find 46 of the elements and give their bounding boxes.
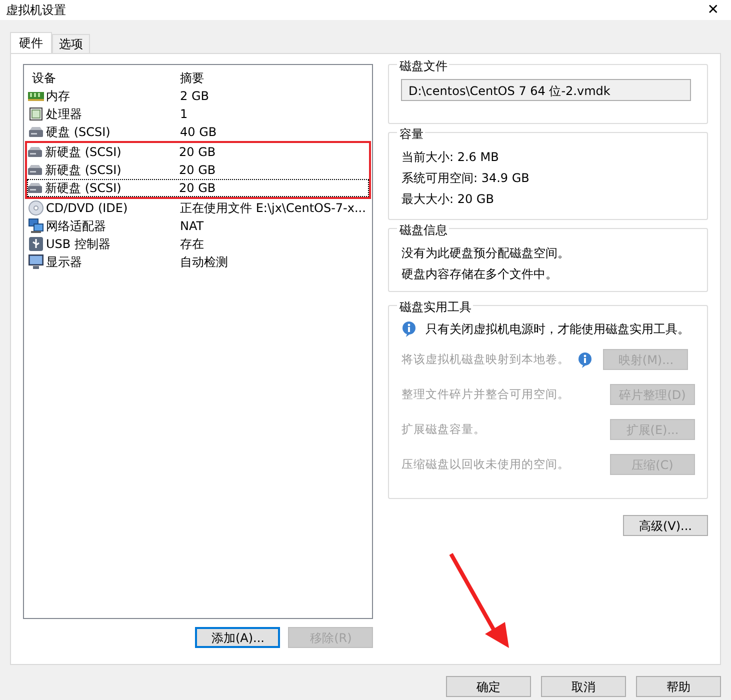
tab[interactable]: 选项 [52, 34, 90, 53]
tool-description: 扩展磁盘容量。 [401, 420, 486, 438]
device-row[interactable]: 网络适配器 NAT [28, 217, 368, 235]
usb-icon [28, 236, 44, 252]
hard-disk-icon [27, 164, 43, 176]
hard-disk-icon [27, 146, 43, 158]
column-header: 摘要 [180, 70, 204, 87]
device-row[interactable]: CD/DVD (IDE) 正在使用文件 E:\jx\CentOS-7-x... [28, 199, 368, 217]
ok-button[interactable]: 确定 [446, 676, 531, 697]
group-title: 磁盘信息 [397, 221, 450, 239]
device-row[interactable]: 新硬盘 (SCSI) 20 GB [27, 143, 370, 161]
capacity-text: 最大大小: 20 GB [401, 191, 495, 208]
add-button[interactable]: 添加(A)... [195, 627, 280, 648]
hard-disk-icon [28, 126, 44, 138]
info-icon [401, 321, 418, 337]
network-monitors-icon [28, 218, 44, 234]
window-title: 虚拟机设置 [6, 2, 66, 19]
hard-disk-icon [27, 182, 43, 194]
info-text: 硬盘内容存储在多个文件中。 [401, 266, 558, 283]
device-row[interactable]: 内存 2 GB [28, 87, 368, 105]
group-title: 磁盘文件 [397, 57, 450, 75]
file-path-field[interactable]: D:\centos\CentOS 7 64 位-2.vmdk [401, 79, 692, 101]
info-text: 没有为此硬盘预分配磁盘空间。 [401, 245, 570, 262]
monitor-icon [28, 254, 44, 270]
device-row[interactable]: USB 控制器 存在 [28, 235, 368, 253]
advanced-button[interactable]: 高级(V)... [623, 515, 708, 536]
processor-icon [28, 107, 44, 121]
device-row[interactable]: 处理器 1 [28, 105, 368, 123]
group-title: 磁盘实用工具 [397, 298, 474, 316]
tab[interactable]: 硬件 [10, 32, 52, 53]
tool-description: 压缩磁盘以回收未使用的空间。 [401, 456, 570, 473]
capacity-text: 系统可用空间: 34.9 GB [401, 170, 530, 187]
cancel-button[interactable]: 取消 [541, 676, 626, 697]
device-row[interactable]: 显示器 自动检测 [28, 253, 368, 271]
close-button[interactable]: ✕ [701, 0, 725, 20]
device-row[interactable]: 新硬盘 (SCSI) 20 GB [27, 179, 370, 197]
disc-icon [28, 200, 44, 216]
tool-description: 将该虚拟机磁盘映射到本地卷。 [401, 350, 570, 368]
column-header: 设备 [31, 70, 57, 87]
device-row[interactable]: 新硬盘 (SCSI) 20 GB [27, 161, 370, 179]
notice-text: 只有关闭虚拟机电源时，才能使用磁盘实用工具。 [425, 321, 690, 338]
tool-description: 整理文件碎片并整合可用空间。 [401, 386, 570, 403]
device-row[interactable]: 硬盘 (SCSI) 40 GB [28, 123, 368, 141]
help-button[interactable]: 帮助 [636, 676, 721, 697]
memory-chip-icon [28, 90, 44, 102]
capacity-text: 当前大小: 2.6 MB [401, 149, 500, 166]
